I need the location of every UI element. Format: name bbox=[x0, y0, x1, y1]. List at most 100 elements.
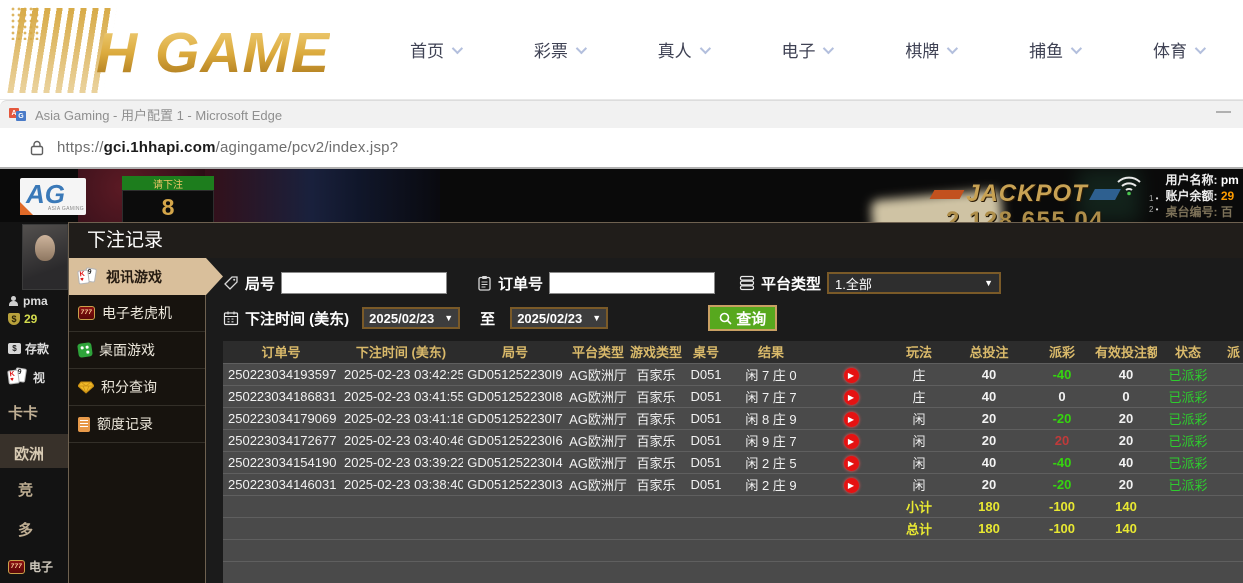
nav-item-live[interactable]: 真人 bbox=[658, 37, 708, 62]
deposit-button[interactable]: $存款 bbox=[8, 340, 49, 357]
order-filter: 订单号 bbox=[477, 272, 715, 294]
url-host: gci.1hhapi.com bbox=[104, 139, 216, 156]
replay-button[interactable]: ▶ bbox=[844, 368, 859, 383]
nav-item-home[interactable]: 首页 bbox=[410, 37, 460, 62]
nav-label: 电子 bbox=[781, 37, 815, 62]
platform-filter: 平台类型 1.全部 ▼ bbox=[739, 272, 1001, 294]
col-result: 结果 bbox=[729, 341, 813, 363]
replay-button[interactable]: ▶ bbox=[844, 434, 859, 449]
balance-label: 账户余额: bbox=[1165, 189, 1217, 203]
moneybag-icon: $ bbox=[8, 313, 20, 325]
menu-item-points-query[interactable]: 积分查询 bbox=[69, 369, 205, 406]
nav-item-fishing[interactable]: 捕鱼 bbox=[1029, 37, 1079, 62]
slot-777-icon: 777 bbox=[8, 560, 25, 574]
edge-titlebar: A G Asia Gaming - 用户配置 1 - Microsoft Edg… bbox=[0, 100, 1243, 128]
lobby-item-slots[interactable]: 777 电子 bbox=[8, 558, 53, 575]
chevron-down-icon bbox=[1071, 42, 1082, 53]
nav-label: 体育 bbox=[1153, 37, 1187, 62]
chevron-down-icon bbox=[699, 42, 710, 53]
table-number-row: 桌台编号: 百 bbox=[1165, 204, 1238, 220]
lobby-item-video[interactable]: 9K♥ 视 bbox=[8, 368, 45, 386]
nav-item-board[interactable]: 棋牌 bbox=[905, 37, 955, 62]
ag-logo: AG ASIA GAMING bbox=[20, 178, 86, 215]
table-row: 2502230341790692025-02-23 03:41:18GD0512… bbox=[223, 407, 1243, 429]
date-to-value: 2025/02/23 bbox=[517, 311, 582, 326]
user-name-value: pm bbox=[1221, 173, 1239, 187]
round-filter: 局号 bbox=[223, 272, 447, 294]
dropdown-arrow-icon: ▼ bbox=[444, 313, 453, 323]
stream-1[interactable]: 1 bbox=[1149, 194, 1158, 203]
date-to-picker[interactable]: 2025/02/23 ▼ bbox=[510, 307, 608, 329]
site-logo[interactable]: H GAME bbox=[0, 0, 350, 99]
lobby-item-europe[interactable]: 欧洲 bbox=[14, 443, 44, 464]
user-name-label: 用户名称: bbox=[1165, 173, 1217, 187]
jackpot-value: 2,128,655.04 bbox=[932, 207, 1118, 222]
game-page: AG ASIA GAMING 请下注 8 JACKPOT 2,128,655.0… bbox=[0, 169, 1243, 583]
menu-item-slot-machines[interactable]: 777 电子老虎机 bbox=[69, 295, 205, 332]
heart-suit: ♥ bbox=[10, 377, 19, 383]
tag-icon bbox=[223, 275, 239, 291]
platform-select[interactable]: 1.全部 ▼ bbox=[827, 272, 1001, 294]
stream-selector[interactable]: 1 2 bbox=[1149, 194, 1158, 220]
order-input[interactable] bbox=[549, 272, 715, 294]
lobby-item-jing[interactable]: 竞 bbox=[18, 479, 33, 500]
total-label: 总计 bbox=[889, 517, 949, 539]
nav-item-sports[interactable]: 体育 bbox=[1153, 37, 1203, 62]
bet-timer: 请下注 8 bbox=[122, 176, 214, 222]
col-table-no: 桌号 bbox=[683, 341, 729, 363]
round-input[interactable] bbox=[281, 272, 447, 294]
table-scene-decoration bbox=[205, 169, 440, 222]
url-text[interactable]: https://gci.1hhapi.com/agingame/pcv2/ind… bbox=[57, 139, 398, 156]
stream-2[interactable]: 2 bbox=[1149, 205, 1158, 214]
subtotal-label: 小计 bbox=[889, 495, 949, 517]
date-from-picker[interactable]: 2025/02/23 ▼ bbox=[362, 307, 460, 329]
table-row: 2502230341460312025-02-23 03:38:40GD0512… bbox=[223, 473, 1243, 495]
balance-value: 29 bbox=[1221, 189, 1234, 203]
menu-item-table-games[interactable]: 桌面游戏 bbox=[69, 332, 205, 369]
col-time: 下注时间 (美东) bbox=[339, 341, 463, 363]
replay-button[interactable]: ▶ bbox=[844, 390, 859, 405]
main-nav: 首页 彩票 真人 电子 棋牌 捕鱼 体育 bbox=[350, 37, 1243, 62]
nav-item-slots[interactable]: 电子 bbox=[781, 37, 831, 62]
col-partial: 派 bbox=[1219, 341, 1243, 363]
lobby-item-duo[interactable]: 多 bbox=[18, 519, 33, 540]
search-button[interactable]: 查询 bbox=[708, 305, 777, 331]
replay-button[interactable]: ▶ bbox=[844, 456, 859, 471]
menu-item-video-games[interactable]: 9K♥ 视讯游戏 bbox=[69, 258, 223, 295]
minimize-button[interactable]: — bbox=[1216, 103, 1231, 120]
jackpot-label: JACKPOT bbox=[966, 180, 1088, 208]
bet-sign-label: 请下注 bbox=[122, 176, 214, 190]
replay-button[interactable]: ▶ bbox=[844, 412, 859, 427]
site-header: H GAME 首页 彩票 真人 电子 棋牌 捕鱼 体育 bbox=[0, 0, 1243, 100]
replay-button[interactable]: ▶ bbox=[844, 478, 859, 493]
total-row: 总计 180 -100 140 bbox=[223, 517, 1243, 539]
wifi-icon bbox=[1116, 174, 1142, 196]
document-icon bbox=[78, 417, 90, 432]
url-bar[interactable]: https://gci.1hhapi.com/agingame/pcv2/ind… bbox=[0, 128, 1243, 169]
dropdown-arrow-icon: ▼ bbox=[984, 278, 993, 288]
col-valid-bet: 有效投注额 bbox=[1095, 341, 1157, 363]
empty-row bbox=[223, 561, 1243, 583]
col-game-type: 游戏类型 bbox=[629, 341, 683, 363]
nav-item-lottery[interactable]: 彩票 bbox=[534, 37, 584, 62]
bet-time-filter: 下注时间 (美东) bbox=[223, 308, 349, 329]
menu-item-quota-records[interactable]: 额度记录 bbox=[69, 406, 205, 443]
game-background: AG ASIA GAMING 请下注 8 JACKPOT 2,128,655.0… bbox=[0, 169, 1243, 222]
ag-logo-subtext: ASIA GAMING bbox=[48, 206, 84, 212]
nav-label: 捕鱼 bbox=[1029, 37, 1063, 62]
lobby-kaka-label: 卡卡 bbox=[8, 402, 38, 423]
total-payout: -100 bbox=[1029, 517, 1095, 539]
lobby-sidebar: pma $29 $存款 9K♥ 视 卡卡 欧洲 竞 多 777电子 bbox=[0, 222, 68, 583]
modal-title: 下注记录 bbox=[69, 223, 1243, 258]
dice-icon bbox=[77, 342, 93, 358]
search-icon bbox=[719, 312, 732, 325]
to-label: 至 bbox=[480, 308, 495, 329]
col-total-bet: 总投注 bbox=[949, 341, 1029, 363]
chevron-down-icon bbox=[452, 42, 463, 53]
lobby-item-kaka[interactable]: 卡卡 bbox=[8, 402, 38, 423]
card-front: K♥ bbox=[77, 269, 90, 284]
col-payout: 派彩 bbox=[1029, 341, 1095, 363]
balance-row: 账户余额: 29 bbox=[1165, 188, 1238, 204]
lobby-slots-label: 电子 bbox=[29, 558, 53, 575]
bet-records-modal: 下注记录 9K♥ 视讯游戏 777 电子老虎机 桌面游戏 bbox=[68, 222, 1243, 583]
